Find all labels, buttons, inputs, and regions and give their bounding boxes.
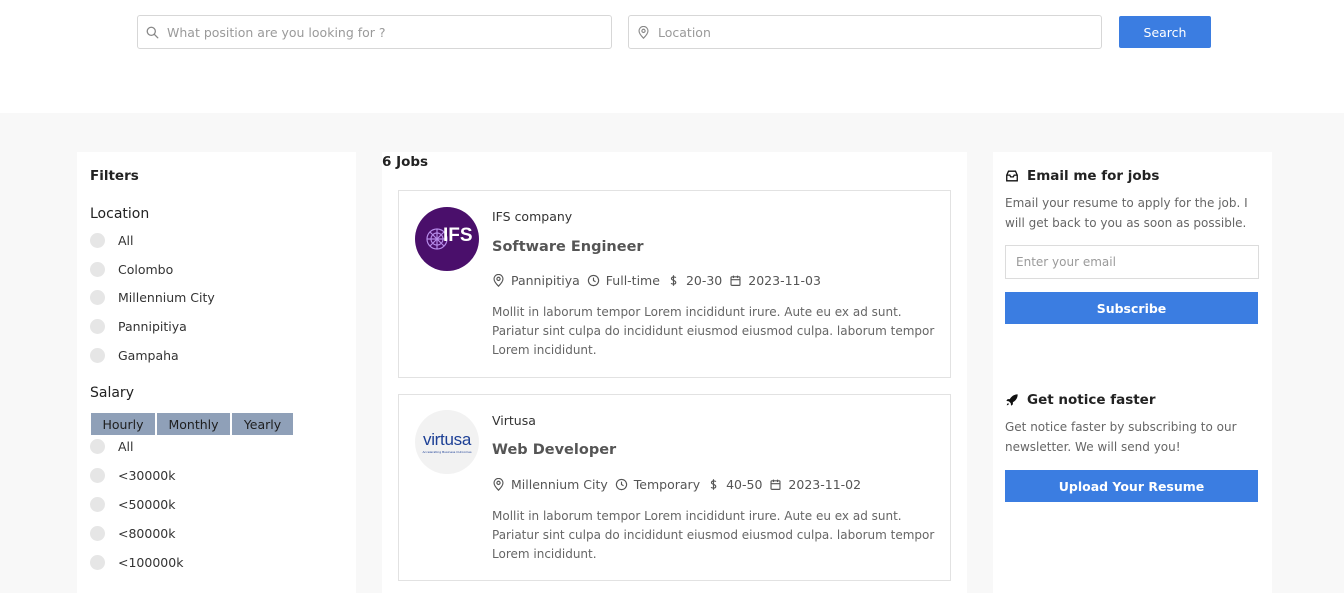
job-location-text: Millennium City [511,477,608,492]
company-name: IFS company [492,209,573,224]
position-search-box[interactable] [137,15,612,49]
clock-icon [615,478,627,491]
job-type: Temporary [615,477,700,492]
email-jobs-title: Email me for jobs [1005,168,1159,184]
location-pin-icon [493,478,504,491]
search-bar: Search [0,0,1344,113]
location-option-label: All [118,233,134,248]
salary-option-label: All [118,439,134,454]
company-name: Virtusa [492,413,536,428]
job-salary-text: 40-50 [726,477,763,492]
job-type-text: Full-time [605,273,660,288]
salary-option-label: <80000k [118,526,176,541]
tab-monthly[interactable]: Monthly [156,412,231,436]
job-type-text: Temporary [633,477,701,492]
location-option-millennium-city[interactable]: Millennium City [90,290,215,305]
radio-button[interactable] [90,468,105,483]
email-jobs-text: Email your resume to apply for the job. … [1005,196,1248,230]
radio-button[interactable] [90,439,105,454]
location-option-pannipitiya[interactable]: Pannipitiya [90,319,187,334]
search-button[interactable]: Search [1119,16,1211,48]
notice-title-text: Get notice faster [1027,392,1156,408]
job-card[interactable]: virtusa Accelerating Business Outcomes V… [398,394,951,581]
job-date-text: 2023-11-02 [788,477,862,492]
job-meta: Millennium City Temporary 40-50 2023-11-… [492,477,868,492]
filters-title: Filters [90,168,139,184]
virtusa-logo-tagline: Accelerating Business Outcomes [422,450,472,454]
location-option-label: Millennium City [118,290,215,305]
radio-button[interactable] [90,555,105,570]
side-panel: Email me for jobs Email your resume to a… [993,152,1272,593]
radio-button[interactable] [90,319,105,334]
job-salary: 40-50 [707,477,762,492]
location-option-all[interactable]: All [90,233,134,248]
salary-option-100000k[interactable]: <100000k [90,555,183,570]
salary-option-80000k[interactable]: <80000k [90,526,175,541]
radio-button[interactable] [90,290,105,305]
job-date: 2023-11-02 [769,477,861,492]
job-location: Pannipitiya [492,273,580,288]
job-card[interactable]: IFS IFS company Software Engineer Pannip… [398,190,951,378]
radio-button[interactable] [90,233,105,248]
rocket-icon [1006,394,1018,406]
dollar-icon [710,479,717,490]
salary-tabs: Hourly Monthly Yearly [90,412,294,436]
job-description: Mollit in laborum tempor Lorem incididun… [492,509,935,561]
location-search-box[interactable] [628,15,1102,49]
location-option-label: Gampaha [118,348,179,363]
filters-panel: Filters Location All Colombo Millennium … [77,152,356,593]
clock-icon [587,274,599,287]
salary-option-all[interactable]: All [90,439,134,454]
location-search-input[interactable] [658,24,1076,40]
job-salary-text: 20-30 [685,273,723,288]
notice-text: Get notice faster by subscribing to our … [1005,420,1237,454]
jobs-panel: 6 Jobs IFS IFS company Software Engineer… [382,152,967,593]
email-field[interactable] [1005,245,1259,279]
job-title[interactable]: Software Engineer [492,239,644,255]
inbox-icon [1006,170,1018,182]
tab-yearly[interactable]: Yearly [231,412,294,436]
job-meta: Pannipitiya Full-time 20-30 2023-11-03 [492,273,828,288]
job-date-text: 2023-11-03 [748,273,821,288]
location-option-label: Pannipitiya [118,319,187,334]
email-jobs-title-text: Email me for jobs [1027,168,1160,184]
location-option-gampaha[interactable]: Gampaha [90,348,179,363]
position-search-input[interactable] [167,24,586,40]
ifs-logo-text: IFS [443,225,473,246]
radio-button[interactable] [90,348,105,363]
radio-button[interactable] [90,262,105,277]
job-location: Millennium City [492,477,608,492]
salary-option-label: <30000k [118,468,176,483]
radio-button[interactable] [90,497,105,512]
tab-hourly[interactable]: Hourly [90,412,156,436]
search-icon [146,26,159,38]
salary-option-label: <50000k [118,497,176,512]
location-option-label: Colombo [118,262,174,277]
virtusa-logo: virtusa Accelerating Business Outcomes [415,410,479,474]
subscribe-button[interactable]: Subscribe [1005,292,1258,324]
dollar-icon [670,275,677,286]
salary-option-50000k[interactable]: <50000k [90,497,175,512]
notice-title: Get notice faster [1005,392,1156,408]
location-pin-icon [638,25,649,39]
calendar-icon [770,479,781,490]
salary-filter-title: Salary [90,385,134,401]
location-pin-icon [493,274,504,287]
job-description: Mollit in laborum tempor Lorem incididun… [492,305,935,357]
job-date: 2023-11-03 [729,273,821,288]
ifs-logo: IFS [415,207,479,271]
location-option-colombo[interactable]: Colombo [90,262,173,277]
job-salary: 20-30 [667,273,722,288]
upload-resume-button[interactable]: Upload Your Resume [1005,470,1258,502]
jobs-count: 6 Jobs [382,154,429,170]
job-location-text: Pannipitiya [511,273,580,288]
salary-option-label: <100000k [118,555,184,570]
job-type: Full-time [587,273,660,288]
salary-option-30000k[interactable]: <30000k [90,468,175,483]
location-filter-title: Location [90,206,150,222]
radio-button[interactable] [90,526,105,541]
job-title[interactable]: Web Developer [492,442,616,458]
virtusa-logo-text: virtusa [423,430,471,449]
calendar-icon [730,275,741,286]
